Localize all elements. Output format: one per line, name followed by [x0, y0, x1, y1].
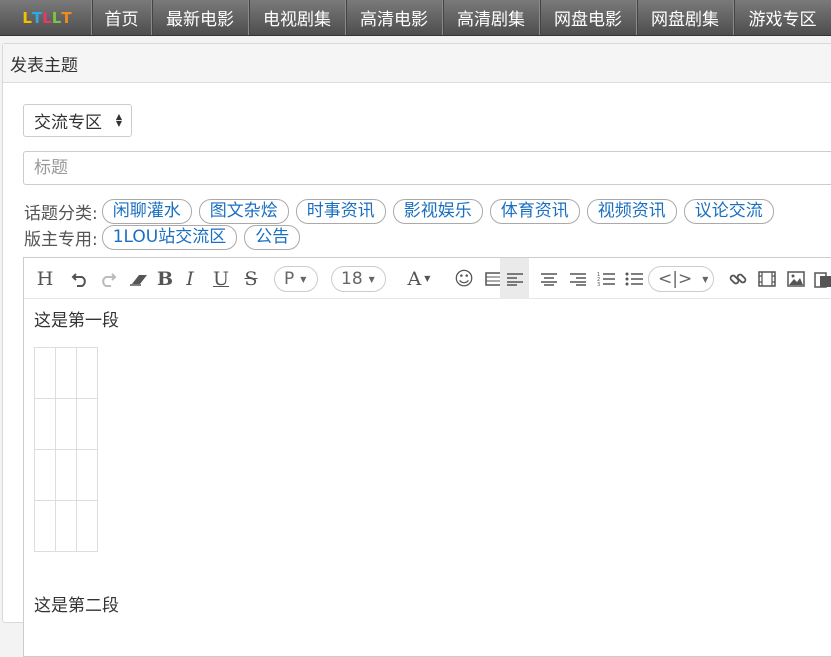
table-cell[interactable]: [76, 347, 98, 399]
site-logo[interactable]: L T L L T: [0, 0, 91, 36]
rich-text-editor: H B I U S P ▼ 18 ▼ A ▼ ☺ 1 2 3 <|> ▼ 这是第…: [23, 257, 831, 657]
topic-tag-pictures[interactable]: 图文杂烩: [198, 199, 289, 224]
topic-tag-sports[interactable]: 体育资讯: [489, 199, 580, 224]
svg-text:3: 3: [597, 282, 600, 287]
nav-home[interactable]: 首页: [91, 0, 151, 35]
topic-tag-entertainment[interactable]: 影视娱乐: [392, 199, 483, 224]
content-table[interactable]: [34, 347, 98, 552]
font-size-select[interactable]: 18 ▼: [331, 266, 386, 292]
table-cell[interactable]: [55, 500, 77, 552]
topic-category-row: 话题分类: 闲聊灌水 图文杂烩 时事资讯 影视娱乐 体育资讯 视频资讯 议论交流: [24, 199, 781, 224]
nav-hd-series[interactable]: 高清剧集: [442, 0, 539, 35]
nav-latest-movies[interactable]: 最新电影: [151, 0, 248, 35]
editor-toolbar: H B I U S P ▼ 18 ▼ A ▼ ☺ 1 2 3 <|> ▼: [24, 258, 831, 299]
table-cell[interactable]: [55, 449, 77, 501]
code-select-value: <|>: [658, 269, 693, 289]
paragraph-first: 这是第一段: [34, 311, 119, 331]
table-cell[interactable]: [34, 449, 56, 501]
table-cell[interactable]: [76, 398, 98, 450]
table-cell[interactable]: [76, 500, 98, 552]
link-icon[interactable]: [726, 258, 750, 299]
logo-letter: L: [51, 9, 62, 27]
emoji-icon[interactable]: ☺: [452, 258, 476, 299]
card-title: 发表主题: [3, 44, 831, 83]
logo-letter: L: [22, 9, 32, 27]
topic-tag-discussion[interactable]: 议论交流: [683, 199, 774, 224]
forum-select-value: 交流专区: [34, 113, 102, 133]
underline-icon[interactable]: U: [210, 258, 232, 299]
forum-select[interactable]: 交流专区 ▲ ▼: [23, 104, 132, 137]
align-center-icon[interactable]: [537, 258, 561, 299]
paste-icon[interactable]: [811, 258, 831, 299]
image-icon[interactable]: [784, 258, 808, 299]
heading-button[interactable]: H: [32, 258, 58, 299]
strikethrough-icon[interactable]: S: [240, 258, 262, 299]
topic-tag-news[interactable]: 时事资讯: [295, 199, 386, 224]
chevron-down-icon: ▼: [424, 274, 431, 283]
nav-tv-series[interactable]: 电视剧集: [248, 0, 345, 35]
video-icon[interactable]: [755, 258, 779, 299]
bold-icon[interactable]: B: [154, 258, 176, 299]
table-cell[interactable]: [76, 449, 98, 501]
logo-letter: T: [31, 9, 42, 27]
paragraph-format-value: P: [284, 269, 295, 289]
ordered-list-icon[interactable]: 123: [594, 258, 618, 299]
nav-cloud-series[interactable]: 网盘剧集: [636, 0, 733, 35]
paragraph-second: 这是第二段: [34, 596, 119, 616]
align-left-icon[interactable]: [500, 258, 529, 299]
table-cell[interactable]: [34, 347, 56, 399]
logo-letter: L: [42, 9, 52, 27]
undo-icon[interactable]: [68, 258, 92, 299]
moderator-label: 版主专用:: [24, 230, 98, 250]
editor-content-second: 这是第二段: [34, 591, 119, 616]
moderator-row: 版主专用: 1LOU站交流区 公告: [24, 225, 307, 250]
table-cell[interactable]: [34, 398, 56, 450]
topic-tag-video[interactable]: 视频资讯: [586, 199, 677, 224]
topic-category-label: 话题分类:: [24, 204, 98, 224]
table-cell[interactable]: [34, 500, 56, 552]
select-arrows-icon: ▲ ▼: [115, 112, 122, 128]
editor-content[interactable]: 这是第一段: [34, 310, 119, 332]
nav-hd-movies[interactable]: 高清电影: [345, 0, 442, 35]
logo-letter: T: [61, 9, 71, 27]
font-color-label: A: [407, 267, 422, 290]
redo-icon[interactable]: [96, 258, 120, 299]
unordered-list-icon[interactable]: [622, 258, 646, 299]
title-input[interactable]: [23, 151, 831, 185]
nav-cloud-movies[interactable]: 网盘电影: [539, 0, 636, 35]
font-color-button[interactable]: A ▼: [404, 258, 434, 299]
font-size-value: 18: [341, 269, 363, 289]
paragraph-format-select[interactable]: P ▼: [274, 266, 318, 292]
top-navigation: L T L L T 首页 最新电影 电视剧集 高清电影 高清剧集 网盘电影 网盘…: [0, 0, 831, 36]
table-cell[interactable]: [55, 347, 77, 399]
new-topic-card: 发表主题 交流专区 ▲▼ 话题分类: 闲聊灌水 图文杂烩 时事资讯 影视娱乐 体…: [2, 43, 831, 657]
eraser-icon[interactable]: [126, 258, 152, 299]
chevron-down-icon: ▼: [368, 274, 375, 284]
nav-games[interactable]: 游戏专区: [733, 0, 831, 35]
align-right-icon[interactable]: [566, 258, 590, 299]
chevron-down-icon: ▼: [300, 274, 307, 284]
topic-tag-chat[interactable]: 闲聊灌水: [101, 199, 192, 224]
code-select[interactable]: <|> ▼: [648, 266, 714, 292]
table-cell[interactable]: [55, 398, 77, 450]
mod-tag-announcement[interactable]: 公告: [244, 225, 301, 250]
mod-tag-site-forum[interactable]: 1LOU站交流区: [101, 225, 238, 250]
chevron-down-icon: ▼: [702, 274, 709, 284]
italic-icon[interactable]: I: [180, 258, 200, 299]
